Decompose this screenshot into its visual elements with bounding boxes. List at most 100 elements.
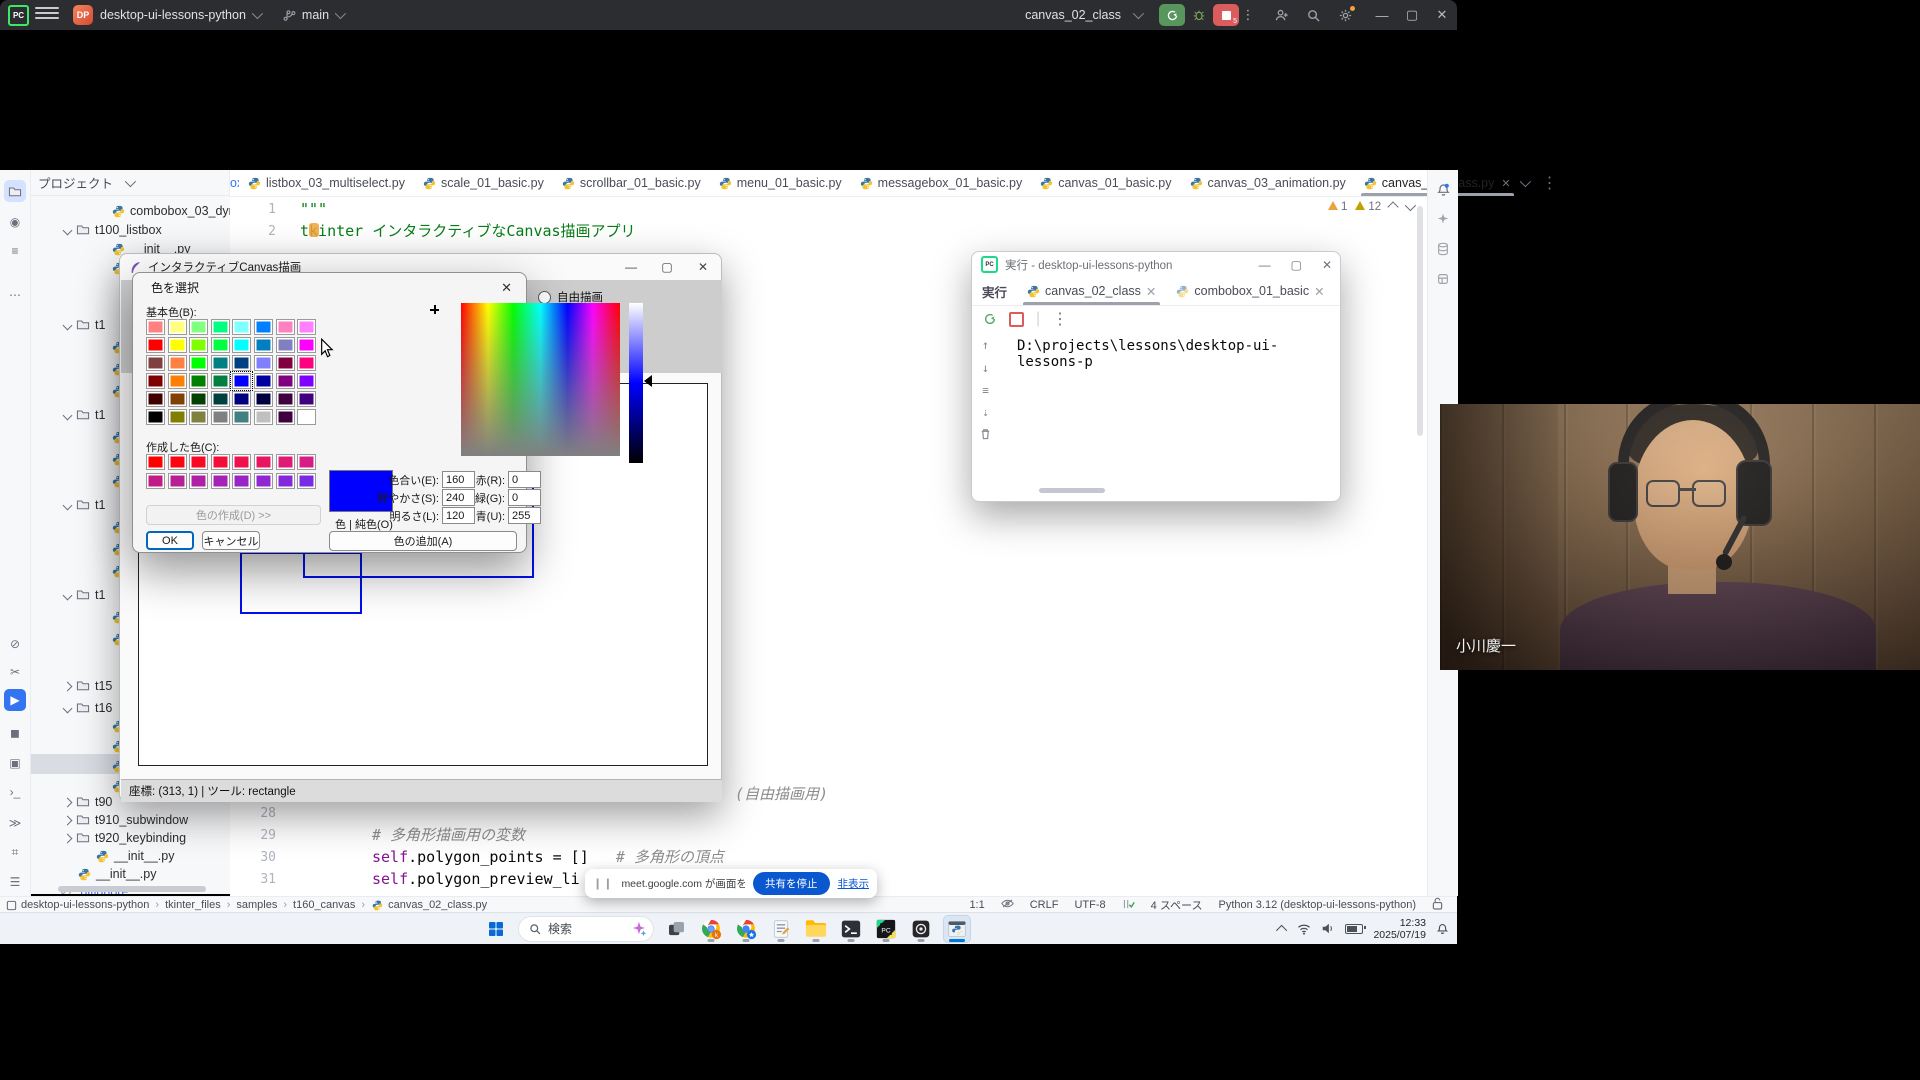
notepad-icon[interactable] [768,916,794,942]
basic-color-swatch[interactable] [254,337,273,353]
run-tab-canvas_02_class[interactable]: canvas_02_class✕ [1019,277,1164,305]
debug-button[interactable] [1187,4,1211,26]
breadcrumb-item[interactable]: tkinter_files [165,899,221,911]
basic-color-swatch[interactable] [276,337,295,353]
tree-row[interactable]: t15 [64,676,112,696]
tree-row[interactable]: __init__.py [78,864,156,884]
tool-strip-more-tools-icon[interactable]: ⋯ [4,284,26,306]
custom-color-swatch[interactable] [168,473,187,489]
stop-sharing-button[interactable]: 共有を停止 [753,872,830,895]
search-input[interactable]: 検索 [518,916,654,942]
network-icon[interactable] [1297,923,1311,935]
tk-close-button[interactable]: ✕ [685,254,721,280]
tool-strip-structure-icon[interactable]: ≡ [4,240,26,262]
basic-color-swatch[interactable] [211,391,230,407]
run-window-titlebar[interactable]: PC 実行 - desktop-ui-lessons-python — ▢ ✕ [972,252,1340,277]
basic-color-swatch[interactable] [254,319,273,335]
tool-strip-problems-icon[interactable]: ▣ [4,752,26,774]
tree-row[interactable]: t1 [64,315,105,335]
stop-icon[interactable] [1009,312,1024,327]
scroll-end-icon[interactable]: ⇣ [982,406,989,419]
field-value-input[interactable]: 0 [508,489,541,506]
tab-listbox_03_multiselect.py[interactable]: listbox_03_multiselect.py [239,170,414,196]
status-interpreter[interactable]: Python 3.12 (desktop-ui-lessons-python) [1219,899,1417,911]
custom-color-swatch[interactable] [276,454,295,470]
stop-button[interactable]: 5 [1213,4,1239,26]
drag-handle-icon[interactable]: ❙❙ [593,877,613,890]
field-value-input[interactable]: 255 [508,507,541,524]
basic-color-swatch[interactable] [297,355,316,371]
breadcrumb[interactable]: desktop-ui-lessons-python›tkinter_files›… [0,899,487,912]
tree-row[interactable]: t90 [64,792,112,812]
volume-icon[interactable] [1321,922,1335,935]
prev-problem-icon[interactable] [1388,201,1399,212]
tree-row[interactable]: t1 [64,495,105,515]
tool-strip-disable-icon[interactable]: ⊘ [4,633,26,655]
tool-strip-terminal-icon[interactable]: ›_ [4,781,26,803]
tool-strip-run-window-icon[interactable]: ▶ [4,689,26,711]
basic-color-swatch[interactable] [211,337,230,353]
breadcrumb-item[interactable]: canvas_02_class.py [388,899,487,911]
inspections-ok-icon[interactable] [1122,898,1135,913]
ai-assistant-icon[interactable] [1432,208,1454,230]
basic-color-swatch[interactable] [232,337,251,353]
pycharm-icon[interactable]: PC [873,916,899,942]
field-value-input[interactable]: 0 [508,471,541,488]
chevron-down-icon[interactable] [1519,176,1530,187]
custom-color-swatch[interactable] [211,473,230,489]
clear-icon[interactable] [980,428,991,440]
basic-color-swatch[interactable] [146,337,165,353]
run-tab-combobox_01_basic[interactable]: combobox_01_basic✕ [1168,277,1332,305]
basic-color-swatch[interactable] [168,409,187,425]
hue-sat-field[interactable] [461,303,620,456]
basic-color-swatch[interactable] [168,355,187,371]
basic-color-swatch[interactable] [254,355,273,371]
chevron-icon[interactable] [63,320,73,330]
status-caret-position[interactable]: 1:1 [969,899,984,911]
custom-color-swatch[interactable] [146,454,165,470]
basic-color-swatch[interactable] [168,337,187,353]
custom-color-swatch[interactable] [232,473,251,489]
custom-color-swatch[interactable] [297,473,316,489]
chevron-icon[interactable] [63,833,73,843]
tree-row[interactable]: __init__.py [96,846,174,866]
custom-color-swatch[interactable] [297,454,316,470]
basic-color-swatch[interactable] [189,337,208,353]
basic-color-swatch[interactable] [211,355,230,371]
cancel-button[interactable]: キャンセル [202,531,260,550]
chevron-icon[interactable] [63,225,73,235]
tab-canvas_03_animation.py[interactable]: canvas_03_animation.py [1181,170,1355,196]
main-menu-icon[interactable] [35,4,59,26]
basic-color-swatch[interactable] [189,319,208,335]
tool-strip-cut-icon[interactable]: ✂ [4,661,26,683]
project-pane-header[interactable]: プロジェクト [30,170,230,196]
basic-color-swatch[interactable] [254,391,273,407]
basic-color-swatch[interactable] [146,391,165,407]
dark-app-icon[interactable] [908,916,934,942]
basic-color-swatch[interactable] [232,373,251,389]
basic-color-swatch[interactable] [146,409,165,425]
tool-strip-python-console-icon[interactable]: ≫ [4,812,26,834]
soft-wrap-icon[interactable]: ≡ [982,384,989,397]
basic-color-swatch[interactable] [168,391,187,407]
status-indent[interactable]: 4 スペース [1151,897,1203,913]
hide-link[interactable]: 非表示 [838,876,870,891]
chevron-icon[interactable] [63,681,73,691]
ok-button[interactable]: OK [146,531,194,550]
basic-color-swatch[interactable] [146,373,165,389]
basic-color-swatch[interactable] [276,319,295,335]
tab-canvas_01_basic.py[interactable]: canvas_01_basic.py [1031,170,1180,196]
tk-minimize-button[interactable]: — [613,254,649,280]
tree-row[interactable]: t100_listbox [64,220,162,240]
tool-strip-todo-icon[interactable]: ☰ [4,871,26,893]
tab-ox_01_basic.py[interactable]: ox_01_basic.py [230,170,239,196]
terminal-icon[interactable] [838,916,864,942]
rerun-icon[interactable] [983,312,997,326]
console-hscrollbar[interactable] [1039,488,1105,493]
tool-strip-commit-icon[interactable]: ◉ [4,211,26,233]
custom-color-swatch[interactable] [211,454,230,470]
custom-color-swatch[interactable] [232,454,251,470]
chevron-icon[interactable] [63,797,73,807]
tree-row[interactable]: t1 [64,405,105,425]
run-button[interactable] [1159,4,1185,26]
